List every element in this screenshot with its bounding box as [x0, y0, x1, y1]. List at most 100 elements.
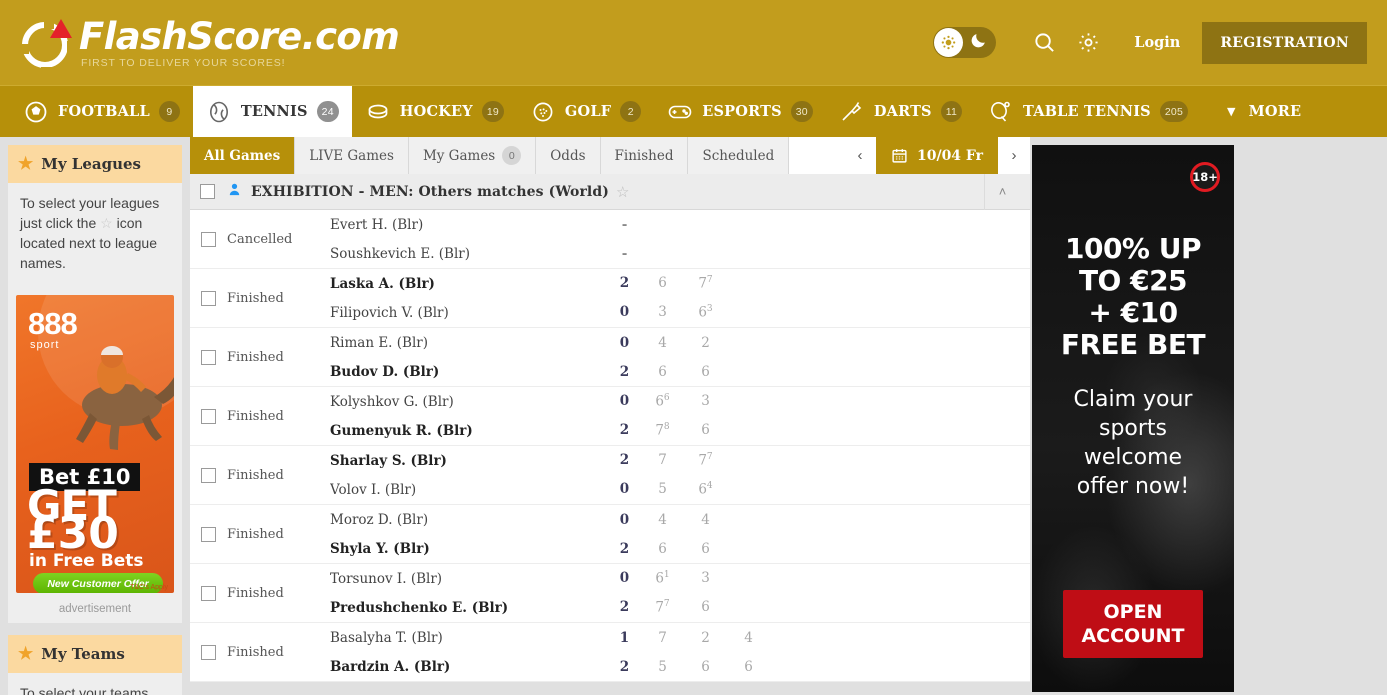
sport-tab-more[interactable]: ▼ MORE [1201, 86, 1314, 137]
tab-live-games[interactable]: LIVE Games [295, 137, 409, 174]
ad-subtext-line4: offer now! [1076, 474, 1190, 499]
player-name-home: Laska A. (Blr) [330, 275, 435, 292]
match-away-line: Filipovich V. (Blr) 0 3 63 [330, 298, 1030, 327]
league-name[interactable]: EXHIBITION - MEN: Others matches (World) [251, 184, 609, 200]
my-teams-title: My Teams [41, 645, 125, 663]
sport-tab-football[interactable]: FOOTBALL 9 [10, 86, 193, 137]
site-logo[interactable]: FlashScore.com FIRST TO DELIVER YOUR SCO… [22, 16, 400, 76]
theme-toggle[interactable] [933, 27, 997, 58]
set-score: 6 [744, 658, 753, 675]
score-away: 2 [619, 540, 630, 557]
table-row[interactable]: Finished Torsunov I. (Blr) 0 61 3 Predus… [190, 564, 1030, 623]
table-row[interactable]: Finished Moroz D. (Blr) 0 4 4 Shyla Y. (… [190, 505, 1030, 564]
match-status: Finished [227, 585, 284, 601]
sport-tab-tennis[interactable]: TENNIS 24 [192, 86, 352, 137]
set-score: 78 [655, 422, 670, 439]
chevron-up-icon[interactable]: ˄ [984, 173, 1020, 210]
advertisement-label: advertisement [58, 603, 132, 615]
gear-icon[interactable] [1066, 21, 1110, 65]
sport-tab-darts[interactable]: DARTS 11 [826, 86, 975, 137]
tennis-ball-icon [206, 99, 232, 125]
match-checkbox[interactable] [201, 644, 216, 660]
right-advertisement[interactable]: 18+ 100% UP TO €25 + €10 FREE BET Claim … [1032, 145, 1234, 692]
league-checkbox[interactable] [200, 184, 215, 199]
match-home-line: Sharlay S. (Blr) 2 7 77 [330, 446, 1030, 475]
table-tennis-racket-icon [988, 99, 1014, 125]
match-home-line: Riman E. (Blr) 0 4 2 [330, 328, 1030, 357]
player-name-away: Predushchenko E. (Blr) [330, 599, 509, 616]
chevron-right-icon[interactable]: › [998, 137, 1030, 174]
login-link[interactable]: Login [1134, 34, 1180, 51]
match-teams: Torsunov I. (Blr) 0 61 3 Predushchenko E… [330, 564, 1030, 622]
table-row[interactable]: Finished Riman E. (Blr) 0 4 2 Budov D. (… [190, 328, 1030, 387]
sport-count-badge: 11 [940, 101, 963, 122]
sidebar-advertisement[interactable]: 888 sport Bet £10 GET £30 in Free Bets N… [16, 295, 174, 593]
match-checkbox[interactable] [201, 408, 216, 424]
sport-tab-table-tennis[interactable]: TABLE TENNIS 205 [975, 86, 1201, 137]
player-name-away: Filipovich V. (Blr) [330, 304, 449, 321]
match-away-line: Bardzin A. (Blr) 2 5 6 6 [330, 652, 1030, 681]
match-teams: Kolyshkov G. (Blr) 0 66 3 Gumenyuk R. (B… [330, 387, 1030, 445]
ad-subtext-line1: Claim your [1073, 387, 1193, 412]
tab-odds[interactable]: Odds [536, 137, 601, 174]
table-row[interactable]: Finished Laska A. (Blr) 2 6 77 Filipovic… [190, 269, 1030, 328]
tab-count-badge: 0 [502, 146, 522, 165]
tab-scheduled[interactable]: Scheduled [688, 137, 790, 174]
match-status: Cancelled [227, 231, 293, 247]
match-away-line: Predushchenko E. (Blr) 2 77 6 [330, 593, 1030, 622]
chevron-left-icon[interactable]: ‹ [843, 137, 876, 174]
site-header: FlashScore.com FIRST TO DELIVER YOUR SCO… [0, 0, 1387, 85]
match-list: Cancelled Evert H. (Blr) - Soushkevich E… [190, 210, 1030, 682]
gamepad-icon [667, 99, 693, 125]
match-checkbox[interactable] [201, 349, 216, 365]
set-score: 7 [658, 629, 667, 646]
match-checkbox[interactable] [201, 290, 216, 306]
set-score: 6 [701, 540, 710, 557]
set-score: 77 [655, 599, 670, 616]
match-checkbox[interactable] [201, 526, 216, 542]
sport-tab-hockey[interactable]: HOCKEY 19 [352, 86, 517, 137]
open-account-button[interactable]: OPEN ACCOUNT [1063, 590, 1203, 658]
player-name-away: Shyla Y. (Blr) [330, 540, 430, 557]
match-teams: Moroz D. (Blr) 0 4 4 Shyla Y. (Blr) 2 6 … [330, 505, 1030, 563]
player-name-home: Moroz D. (Blr) [330, 511, 429, 528]
sport-tab-golf[interactable]: GOLF 2 [517, 86, 654, 137]
moon-icon [969, 31, 988, 55]
match-checkbox[interactable] [201, 585, 216, 601]
set-score: 63 [698, 304, 713, 321]
score-away: 2 [619, 363, 630, 380]
player-name-home: Kolyshkov G. (Blr) [330, 393, 454, 410]
sport-tab-esports[interactable]: ESPORTS 30 [654, 86, 826, 137]
table-row[interactable]: Cancelled Evert H. (Blr) - Soushkevich E… [190, 210, 1030, 269]
sport-label: TENNIS [240, 103, 308, 120]
more-label: MORE [1248, 103, 1302, 120]
set-score: 66 [655, 393, 670, 410]
set-score: 6 [658, 363, 667, 380]
match-status: Finished [227, 526, 284, 542]
sport-label: ESPORTS [702, 103, 782, 120]
tab-finished[interactable]: Finished [600, 137, 689, 174]
dart-icon [839, 99, 865, 125]
match-checkbox-cell [190, 564, 227, 622]
star-icon: ★ [18, 154, 34, 174]
player-name-home: Basalyha T. (Blr) [330, 629, 443, 646]
set-score: 6 [658, 540, 667, 557]
player-name-away: Budov D. (Blr) [330, 363, 440, 380]
tab-all-games[interactable]: All Games [190, 137, 296, 174]
set-score: 4 [744, 629, 753, 646]
current-date-button[interactable]: 10/04 Fr [875, 137, 998, 174]
match-home-line: Kolyshkov G. (Blr) 0 66 3 [330, 387, 1030, 416]
tab-my-games[interactable]: My Games 0 [408, 137, 537, 174]
match-checkbox[interactable] [201, 231, 216, 247]
tab-label: LIVE Games [309, 147, 394, 164]
tab-label: My Games [422, 147, 496, 164]
match-home-line: Moroz D. (Blr) 0 4 4 [330, 505, 1030, 534]
table-row[interactable]: Finished Basalyha T. (Blr) 1 7 2 4 Bardz… [190, 623, 1030, 682]
table-row[interactable]: Finished Sharlay S. (Blr) 2 7 77 Volov I… [190, 446, 1030, 505]
match-checkbox[interactable] [201, 467, 216, 483]
star-outline-icon[interactable]: ☆ [616, 183, 629, 201]
match-home-line: Evert H. (Blr) - [330, 210, 1030, 239]
registration-button[interactable]: REGISTRATION [1202, 21, 1367, 64]
search-icon[interactable] [1022, 21, 1066, 65]
table-row[interactable]: Finished Kolyshkov G. (Blr) 0 66 3 Gumen… [190, 387, 1030, 446]
